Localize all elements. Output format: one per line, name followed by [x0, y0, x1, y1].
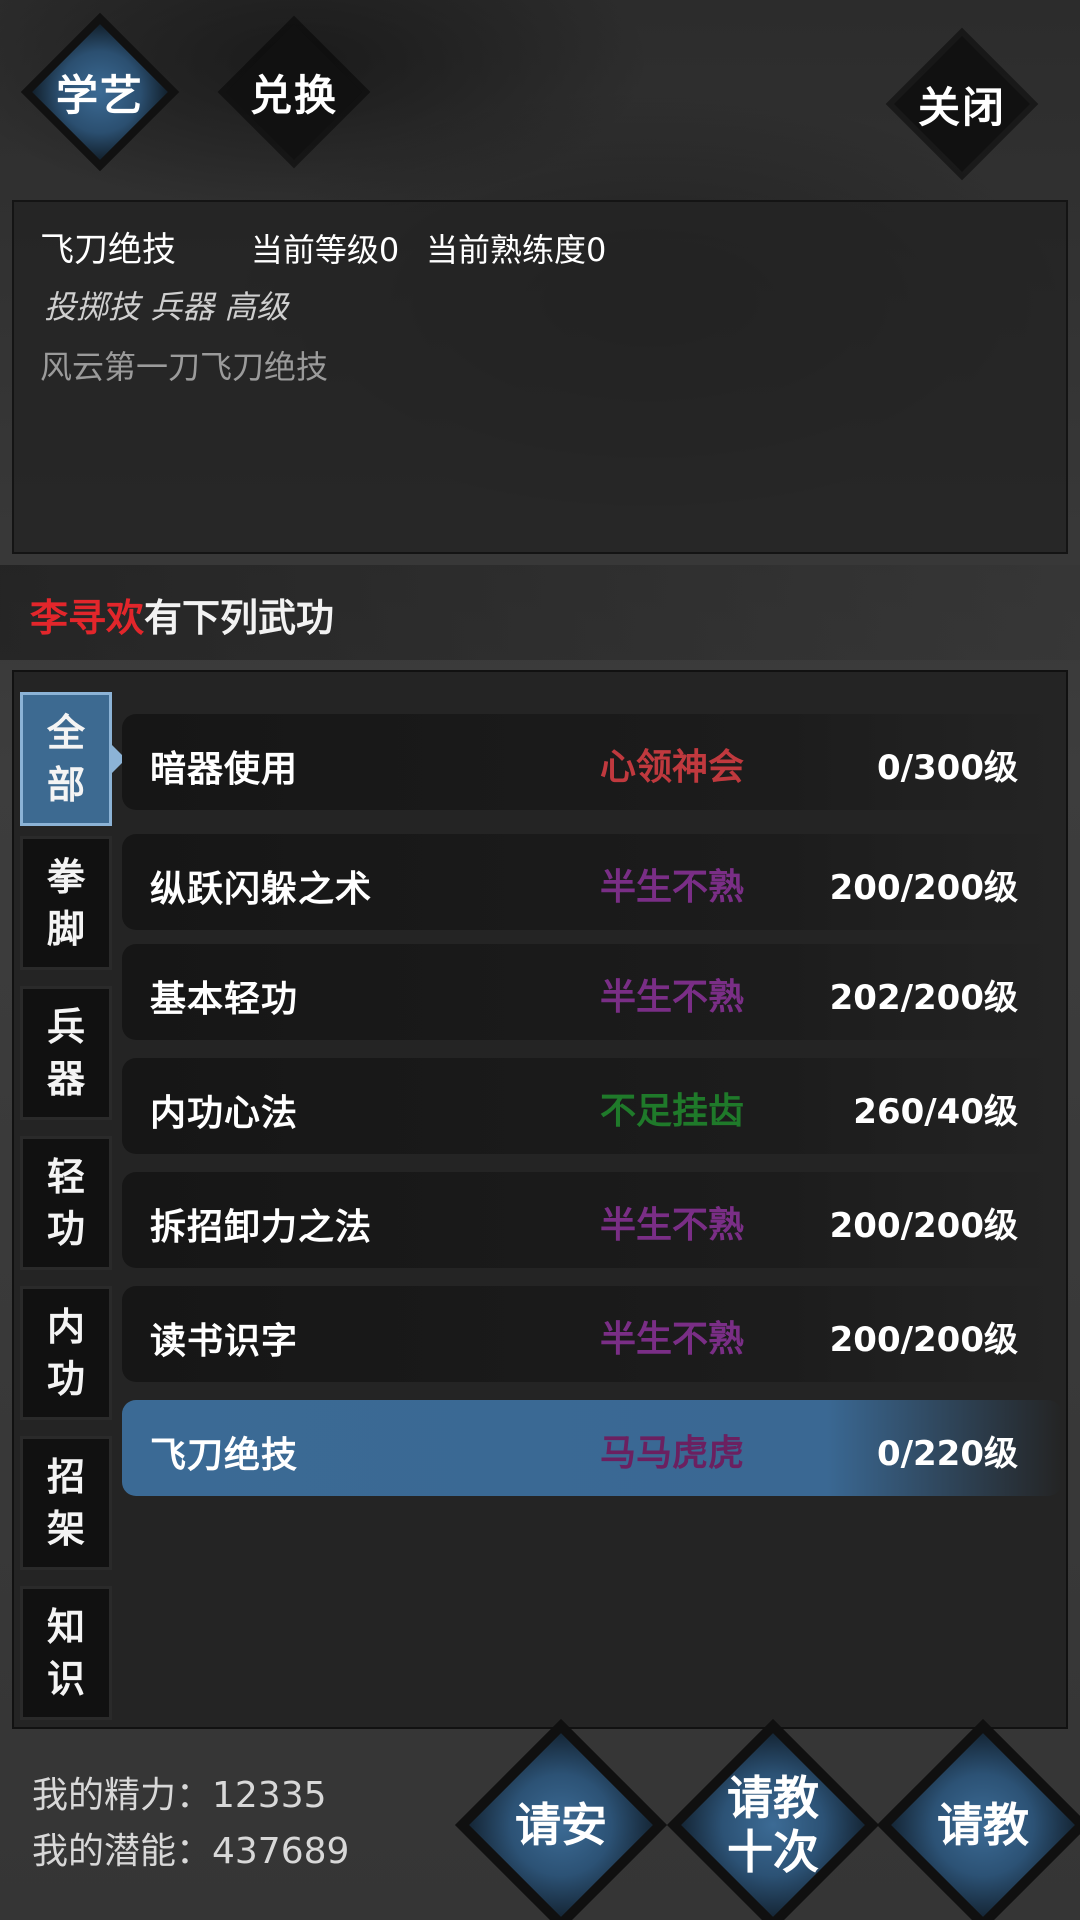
category-label: 识	[46, 1657, 85, 1701]
skill-row-name: 拆招卸力之法	[150, 1207, 373, 1248]
category-label: 器	[46, 1057, 85, 1101]
category-label: 轻	[46, 1155, 85, 1199]
skill-row-status: 半生不熟	[599, 1319, 744, 1360]
skill-row-name: 内功心法	[150, 1093, 299, 1134]
close-label: 关闭	[917, 82, 1006, 132]
skill-row-level: 260/40级	[853, 1092, 1018, 1132]
category-tab-fist[interactable]: 拳 脚	[20, 836, 112, 970]
skill-list-heading: 李寻欢有下列武功	[0, 565, 1080, 660]
character-name: 李寻欢	[30, 596, 145, 640]
skill-info-panel: 飞刀绝技 当前等级0 当前熟练度0 投掷技 兵器 高级 风云第一刀飞刀绝技	[12, 200, 1068, 554]
skill-row-name: 纵跃闪躲之术	[150, 869, 373, 910]
skill-row-status: 半生不熟	[599, 867, 744, 908]
potential-stat: 我的潜能：437689	[32, 1831, 350, 1872]
tab-learn[interactable]: 学艺	[30, 22, 170, 162]
category-label: 脚	[46, 907, 85, 951]
skill-info-header: 飞刀绝技 当前等级0 当前熟练度0	[40, 222, 606, 271]
skill-row-name: 暗器使用	[150, 749, 299, 790]
skill-row-name: 基本轻功	[150, 979, 299, 1020]
category-label: 拳	[46, 855, 85, 899]
category-label: 全	[46, 711, 85, 755]
category-tab-internal[interactable]: 内 功	[20, 1286, 112, 1420]
tab-exchange[interactable]: 兑换	[224, 22, 364, 162]
skill-row-selected[interactable]: 飞刀绝技 马马虎虎 0/220级	[122, 1400, 1062, 1496]
category-label: 部	[46, 763, 85, 807]
skill-row-level: 0/220级	[876, 1434, 1018, 1474]
skill-row[interactable]: 读书识字 半生不熟 200/200级	[122, 1286, 1062, 1382]
tab-learn-label: 学艺	[55, 70, 144, 120]
skill-row-level: 202/200级	[829, 978, 1018, 1018]
category-label: 知	[46, 1605, 85, 1649]
category-tab-parry[interactable]: 招 架	[20, 1436, 112, 1570]
skill-name: 飞刀绝技	[40, 230, 176, 270]
heading-text: 李寻欢有下列武功	[30, 587, 334, 642]
skill-list-panel: 全 部 拳 脚 兵 器 轻 功 内 功 招 架 知 识 暗器使用 心领神会 0/…	[12, 670, 1068, 1729]
skill-row-level: 200/200级	[829, 1206, 1018, 1246]
skill-row-status: 心领神会	[599, 747, 744, 788]
ask-ten-times-button[interactable]: 请教 十次	[678, 1730, 868, 1920]
current-proficiency: 当前熟练度0	[426, 231, 607, 269]
category-label: 兵	[46, 1005, 85, 1049]
skill-row-status: 马马虎虎	[599, 1433, 744, 1474]
player-stats: 我的精力：12335 我的潜能：437689	[32, 1768, 349, 1880]
category-label: 功	[46, 1207, 85, 1251]
close-button[interactable]: 关闭	[892, 34, 1032, 174]
energy-stat: 我的精力：12335	[32, 1775, 327, 1816]
category-tab-all[interactable]: 全 部	[20, 692, 126, 826]
skill-row[interactable]: 基本轻功 半生不熟 202/200级	[122, 944, 1062, 1040]
category-label: 架	[46, 1507, 85, 1551]
ask-ten-label-line1: 请教	[727, 1771, 819, 1825]
tab-exchange-label: 兑换	[249, 70, 338, 120]
category-tab-lightness[interactable]: 轻 功	[20, 1136, 112, 1270]
category-tab-weapon[interactable]: 兵 器	[20, 986, 112, 1120]
skill-description: 风云第一刀飞刀绝技	[40, 348, 329, 386]
skill-row[interactable]: 拆招卸力之法 半生不熟 200/200级	[122, 1172, 1062, 1268]
ask-ten-label: 请教 十次	[678, 1730, 868, 1920]
category-label: 内	[46, 1305, 85, 1349]
skill-row-level: 0/300级	[876, 748, 1018, 788]
skill-row[interactable]: 内功心法 不足挂齿 260/40级	[122, 1058, 1062, 1154]
heading-suffix: 有下列武功	[144, 596, 335, 640]
skill-row-status: 不足挂齿	[599, 1091, 744, 1132]
skill-row[interactable]: 暗器使用 心领神会 0/300级	[122, 714, 1062, 810]
greet-label: 请安	[515, 1798, 607, 1852]
skill-row-name: 飞刀绝技	[150, 1435, 299, 1476]
skill-row-level: 200/200级	[829, 868, 1018, 908]
category-label: 招	[46, 1455, 85, 1499]
top-bar: 学艺 兑换 关闭	[0, 0, 1080, 190]
category-tab-knowledge[interactable]: 知 识	[20, 1586, 112, 1720]
current-level: 当前等级0	[250, 231, 400, 269]
skill-row[interactable]: 纵跃闪躲之术 半生不熟 200/200级	[122, 834, 1062, 930]
category-label: 功	[46, 1357, 85, 1401]
skill-row-name: 读书识字	[150, 1321, 299, 1362]
skill-row-level: 200/200级	[829, 1320, 1018, 1360]
skill-row-status: 半生不熟	[599, 1205, 744, 1246]
ask-label: 请教	[937, 1798, 1029, 1852]
ask-ten-label-line2: 十次	[727, 1825, 819, 1879]
ask-button[interactable]: 请教	[888, 1730, 1078, 1920]
skill-tags: 投掷技 兵器 高级	[44, 288, 289, 326]
skill-row-status: 半生不熟	[599, 977, 744, 1018]
greet-button[interactable]: 请安	[466, 1730, 656, 1920]
